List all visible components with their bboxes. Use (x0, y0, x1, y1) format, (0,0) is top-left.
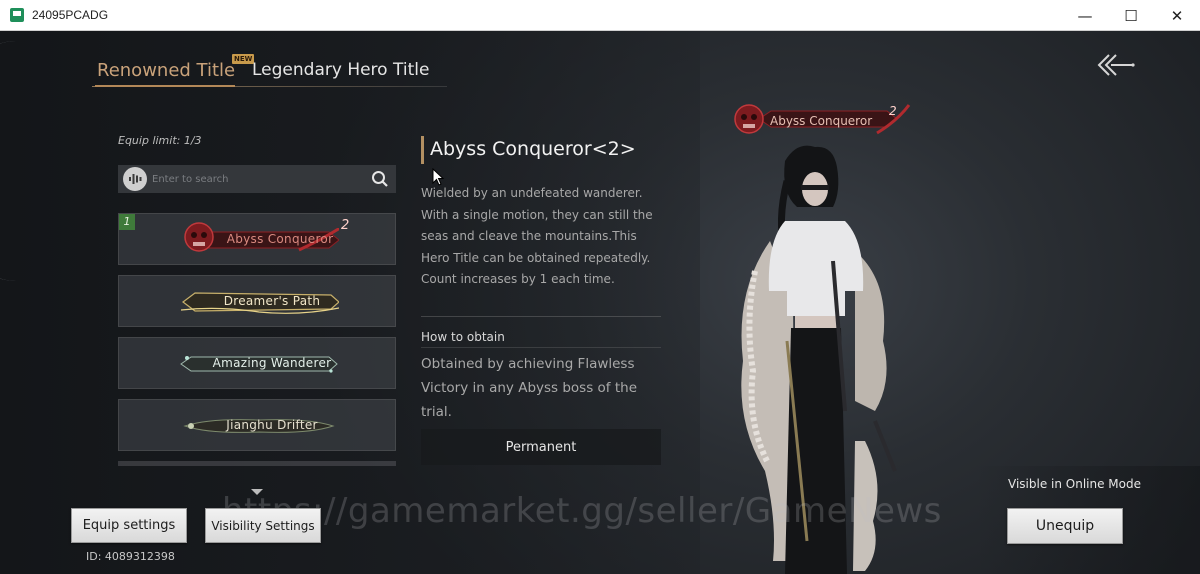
decorative-frame-curve (0, 41, 16, 281)
search-icon[interactable] (370, 169, 390, 189)
visibility-settings-button[interactable]: Visibility Settings (205, 508, 321, 543)
equip-settings-button[interactable]: Equip settings (71, 508, 187, 543)
equip-limit-text: Equip limit: 1/3 (118, 134, 202, 147)
title-item-label: Amazing Wanderer (212, 356, 332, 370)
character-title-text: Abyss Conqueror (770, 114, 873, 128)
how-to-obtain-divider (421, 347, 661, 348)
visible-mode-label: Visible in Online Mode (1008, 477, 1141, 491)
watermark-text: https://gamemarket.gg/seller/GameNews (222, 491, 942, 531)
detail-accent-bar (421, 136, 424, 164)
window-titlebar: 24095PCADG — ☐ ✕ (0, 0, 1200, 31)
active-tab-underline (95, 85, 235, 87)
tab-legendary-hero-title[interactable]: Legendary Hero Title (252, 60, 429, 80)
list-overflow-edge (118, 461, 396, 466)
player-id: ID: 4089312398 (86, 550, 175, 563)
detail-description: Wielded by an undefeated wanderer. With … (421, 186, 653, 286)
how-to-obtain-text: Obtained by achieving Flawless Victory i… (421, 356, 637, 420)
app-icon (10, 8, 24, 22)
soundwave-icon (129, 174, 142, 184)
title-item-label: Abyss Conqueror (226, 232, 334, 246)
game-viewport: Renowned Title NEW Legendary Hero Title … (0, 31, 1200, 574)
title-item-amazing-wanderer[interactable]: Amazing Wanderer (118, 337, 396, 389)
title-item-jianghu-drifter[interactable]: Jianghu Drifter (118, 399, 396, 451)
back-button[interactable] (1095, 51, 1135, 79)
title-item-label: Dreamer's Path (223, 294, 321, 308)
title-item-abyss-conqueror[interactable]: 1 Abyss Conqueror 2 (118, 213, 396, 265)
back-arrow-icon (1097, 54, 1135, 76)
maximize-button[interactable]: ☐ (1108, 0, 1154, 31)
detail-title: Abyss Conqueror<2> (430, 138, 636, 160)
character-title-count: 2 (889, 104, 897, 118)
tab-renowned-title[interactable]: Renowned Title (97, 60, 235, 81)
unequip-button[interactable]: Unequip (1007, 508, 1123, 544)
title-count: 2 (341, 218, 350, 233)
how-to-obtain-label: How to obtain (421, 330, 505, 344)
mouse-cursor-icon (432, 168, 445, 186)
search-input[interactable] (152, 169, 362, 189)
minimize-button[interactable]: — (1062, 0, 1108, 31)
title-item-label: Jianghu Drifter (226, 418, 318, 432)
close-button[interactable]: ✕ (1154, 0, 1200, 31)
title-item-dreamers-path[interactable]: Dreamer's Path (118, 275, 396, 327)
equipped-slot-badge: 1 (119, 214, 135, 230)
window-title: 24095PCADG (32, 8, 109, 22)
voice-search-icon[interactable] (123, 167, 147, 191)
detail-divider (421, 316, 661, 317)
duration-badge: Permanent (421, 429, 661, 465)
